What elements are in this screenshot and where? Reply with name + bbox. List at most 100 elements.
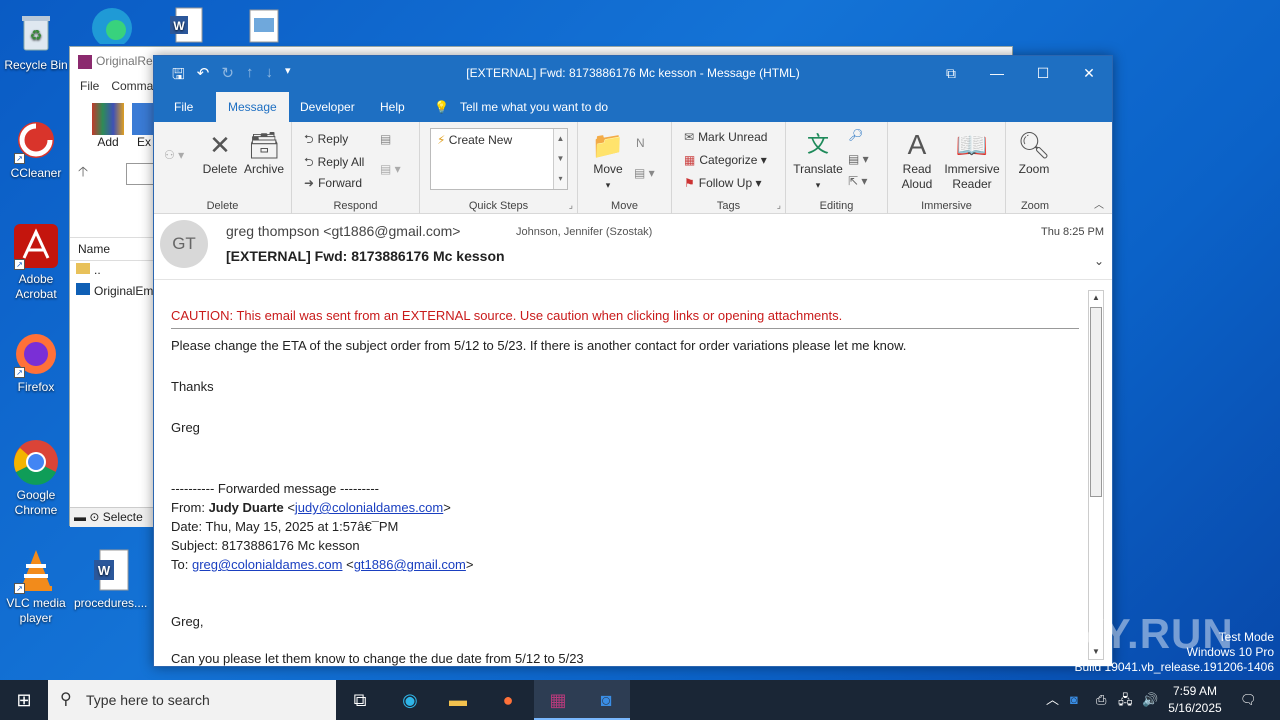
taskbar-explorer[interactable]: ▬ <box>434 680 482 720</box>
task-view-icon: ⧉ <box>353 690 367 710</box>
ccleaner-icon: ↗ <box>12 116 60 164</box>
menu-file[interactable]: File <box>80 79 99 93</box>
outlook-message-window[interactable]: 🖫 ↶ ↻ ↑ ↓ ▾ [EXTERNAL] Fwd: 8173886176 M… <box>153 55 1113 667</box>
message-subject: [EXTERNAL] Fwd: 8173886176 Mc kesson <box>226 248 505 264</box>
mark-unread-button[interactable]: ✉ Mark Unread <box>684 130 767 144</box>
path-field[interactable] <box>126 163 156 185</box>
notification-icon[interactable]: 🗨 <box>1240 680 1257 720</box>
clock[interactable]: 7:59 AM 5/16/2025 <box>1160 683 1230 717</box>
group-label: Move <box>611 200 638 212</box>
extract-label: Ex <box>136 135 151 149</box>
body-paragraph: Please change the ETA of the subject ord… <box>171 338 907 353</box>
tab-developer[interactable]: Developer <box>300 100 355 114</box>
desktop-icon-procedures[interactable]: W procedures.... <box>74 546 148 611</box>
add-button[interactable]: Add <box>88 103 128 149</box>
to-email-link-2[interactable]: gt1886@gmail.com <box>354 557 466 572</box>
maximize-button[interactable]: ☐ <box>1020 56 1066 90</box>
move-button[interactable]: 📁 Move ▾ <box>582 128 634 193</box>
find-icon[interactable]: 🔎︎ <box>848 128 863 142</box>
word-doc-icon: W <box>162 4 210 52</box>
received-date: Thu 8:25 PM <box>1041 226 1104 238</box>
network-icon[interactable]: 🖧 <box>1118 680 1133 720</box>
desktop-icon-label: procedures.... <box>74 596 148 610</box>
tab-file[interactable]: File <box>174 100 193 114</box>
onenote-icon[interactable]: N <box>636 136 645 150</box>
reply-button[interactable]: ⮌ Reply <box>304 130 348 151</box>
show-hidden-icons[interactable]: ︿ <box>1046 680 1059 720</box>
group-label: Editing <box>819 200 854 212</box>
message-body[interactable]: CAUTION: This email was sent from an EXT… <box>154 288 1112 666</box>
desktop-icon-acrobat[interactable]: ↗ Adobe Acrobat <box>0 222 72 302</box>
select-icon[interactable]: ⇱ ▾ <box>848 174 867 188</box>
avatar: GT <box>160 220 208 268</box>
immersive-reader-button[interactable]: 📖 Immersive Reader <box>940 128 1004 192</box>
related-icon[interactable]: ▤ ▾ <box>848 152 869 166</box>
desktop-icon-ccleaner[interactable]: ↗ CCleaner <box>0 116 72 181</box>
acrobat-icon: ↗ <box>12 222 60 270</box>
reply-all-button[interactable]: ⮌ Reply All <box>304 153 364 174</box>
vertical-scrollbar[interactable]: ▲ ▼ <box>1088 290 1104 660</box>
taskbar-winrar[interactable]: ▦ <box>534 680 582 720</box>
more-respond-icon[interactable]: ▤ ▾ <box>380 162 401 176</box>
translate-button[interactable]: 文 Translate ▾ <box>792 128 844 193</box>
volume-icon[interactable]: 🔊 <box>1142 680 1158 720</box>
quick-steps-gallery[interactable]: ⚡ Create New ▲ ▼ ▾ <box>430 128 568 190</box>
ignore-icon[interactable]: ⚇ ▾ <box>164 148 184 162</box>
taskbar-outlook[interactable]: ◙ <box>582 680 630 720</box>
taskbar-firefox[interactable]: ● <box>484 680 532 720</box>
zoom-button[interactable]: 🔍︎ Zoom <box>1008 128 1060 177</box>
magnifier-icon: 🔍︎ <box>1017 130 1051 160</box>
group-label: Quick Steps <box>468 200 529 212</box>
recipient[interactable]: Johnson, Jennifer (Szostak) <box>516 226 652 238</box>
lightbulb-icon: 💡 <box>434 100 449 114</box>
winrar-title: OriginalRe <box>96 54 153 68</box>
dialog-launcher-icon[interactable]: ⌟ <box>777 200 781 211</box>
quick-step-create-new[interactable]: Create New <box>449 133 512 147</box>
drive-icon: ▬ ⊙ <box>74 510 103 524</box>
desktop-icon-vlc[interactable]: ↗ VLC media player <box>0 546 72 626</box>
start-button[interactable]: ⊞ <box>0 680 48 720</box>
chevron-down-icon[interactable]: ⌄ <box>1094 254 1104 268</box>
sender[interactable]: greg thompson <gt1886@gmail.com> <box>226 223 460 239</box>
desktop-icon-firefox[interactable]: ↗ Firefox <box>0 330 72 395</box>
tray-device-icon[interactable]: ⎙ <box>1096 680 1106 720</box>
categorize-button[interactable]: ▦ Categorize ▾ <box>684 153 767 167</box>
read-aloud-button[interactable]: A Read Aloud <box>892 128 942 192</box>
forward-button[interactable]: ➜ Forward <box>304 176 362 190</box>
group-immersive: A Read Aloud 📖 Immersive Reader Immersiv… <box>888 122 1006 214</box>
desktop-icon-label: Firefox <box>17 380 55 394</box>
group-editing: 文 Translate ▾ 🔎︎ ▤ ▾ ⇱ ▾ Editing <box>786 122 888 214</box>
scroll-thumb[interactable] <box>1090 307 1102 497</box>
taskbar-edge[interactable]: ◉ <box>386 680 434 720</box>
tell-me-search[interactable]: Tell me what you want to do <box>460 100 608 114</box>
tab-help[interactable]: Help <box>380 100 405 114</box>
minimize-button[interactable]: — <box>974 56 1020 90</box>
list-item[interactable]: .. <box>76 263 101 277</box>
tab-message[interactable]: Message <box>216 92 289 122</box>
archive-button[interactable]: 🗃 Archive <box>238 128 290 177</box>
desktop-icon-label: Adobe Acrobat <box>15 272 57 301</box>
desktop-icon-recycle-bin[interactable]: ♻ Recycle Bin <box>0 8 72 73</box>
desktop-icon-chrome[interactable]: Google Chrome <box>0 438 72 518</box>
from-email-link[interactable]: judy@colonialdames.com <box>295 500 443 515</box>
actions-icon[interactable]: ▤ ▾ <box>634 166 655 180</box>
outlook-tray-icon[interactable]: ◙ <box>1070 680 1078 720</box>
image-file-icon <box>238 4 286 52</box>
gallery-scroll[interactable]: ▲ ▼ ▾ <box>553 129 567 189</box>
list-item[interactable]: OriginalEm <box>76 283 153 298</box>
dialog-launcher-icon[interactable]: ⌟ <box>569 200 573 211</box>
close-button[interactable]: ✕ <box>1066 56 1112 90</box>
ribbon-display-options-icon[interactable]: ⧉ <box>928 56 974 90</box>
task-view-button[interactable]: ⧉ <box>336 680 384 720</box>
group-label: Delete <box>206 200 239 212</box>
follow-up-button[interactable]: ⚑ Follow Up ▾ <box>684 176 761 190</box>
menu-commands[interactable]: Comma <box>111 79 153 93</box>
up-arrow-icon[interactable]: 🡡 <box>78 161 88 185</box>
categorize-icon: ▦ <box>684 153 696 167</box>
lightning-icon: ⚡ <box>437 133 446 147</box>
taskbar-search[interactable]: ⚲ Type here to search <box>48 680 336 720</box>
to-email-link[interactable]: greg@colonialdames.com <box>192 557 343 572</box>
meeting-icon[interactable]: ▤ <box>380 132 391 146</box>
column-header-name[interactable]: Name <box>70 237 155 261</box>
collapse-ribbon-icon[interactable]: ︿ <box>1094 196 1104 211</box>
